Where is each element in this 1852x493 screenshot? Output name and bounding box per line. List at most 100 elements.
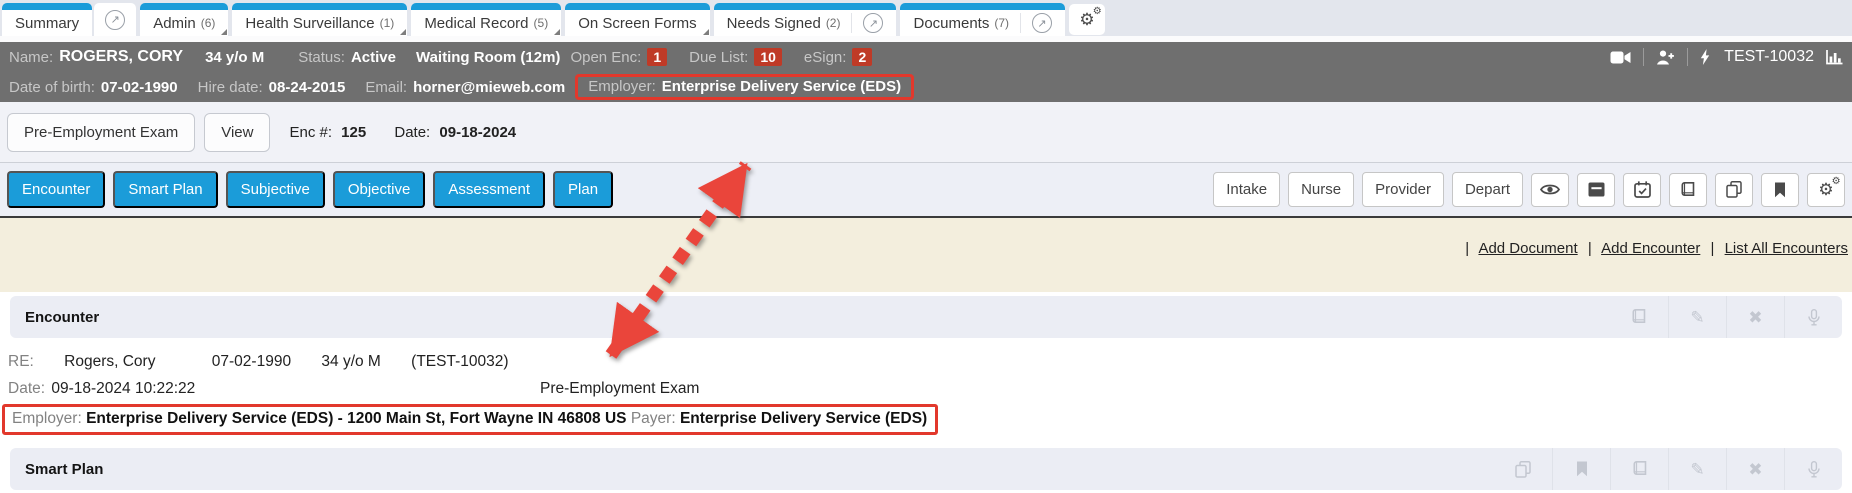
action-links-strip: | Add Document | Add Encounter | List Al… — [0, 218, 1852, 292]
nav-plan-button[interactable]: Plan — [553, 171, 613, 208]
chart-content: Encounter ✎ ✖ RE: Rogers, Cory 07-02-199… — [0, 296, 1852, 490]
bookmark-icon — [1774, 182, 1786, 198]
tab-summary-label: Summary — [15, 15, 79, 32]
payer-value: Enterprise Delivery Service (EDS) — [680, 410, 927, 427]
stage-buttons-group: Intake Nurse Provider Depart ⚙⚙ — [1205, 172, 1845, 207]
tab-documents[interactable]: Documents (7) ↗ — [900, 3, 1065, 36]
hire-date-label: Hire date: — [198, 79, 263, 96]
dob-value: 07-02-1990 — [101, 79, 178, 96]
tab-needs-signed[interactable]: Needs Signed (2) ↗ — [714, 3, 897, 36]
encounter-employer-value: Enterprise Delivery Service (EDS) - 1200… — [86, 410, 626, 427]
smart-plan-dictate-button[interactable] — [1784, 448, 1842, 490]
pencil-icon: ✎ — [1690, 309, 1704, 326]
archive-button[interactable] — [1577, 173, 1615, 207]
encounter-header-icons: ✎ ✖ — [1610, 296, 1842, 338]
encounter-info: Enc #: 125 Date: 09-18-2024 — [289, 124, 540, 141]
tab-documents-label: Documents — [913, 15, 989, 32]
tab-admin-label: Admin — [153, 15, 196, 32]
book-icon — [1680, 182, 1696, 198]
smart-plan-bookmark-button[interactable] — [1552, 448, 1610, 490]
nav-encounter-button[interactable]: Encounter — [7, 171, 105, 208]
encounter-body: RE: Rogers, Cory 07-02-1990 34 y/o M (TE… — [0, 353, 1852, 435]
gears-icon: ⚙⚙ — [1818, 181, 1833, 199]
smart-plan-close-button[interactable]: ✖ — [1726, 448, 1784, 490]
waiting-room-status: Waiting Room (12m) — [416, 49, 560, 66]
add-person-button[interactable] — [1656, 50, 1675, 65]
smart-plan-book-button[interactable] — [1610, 448, 1668, 490]
enc-number-value: 125 — [341, 124, 366, 141]
video-camera-icon — [1610, 51, 1631, 64]
provider-button[interactable]: Provider — [1362, 172, 1444, 207]
nav-objective-button[interactable]: Objective — [333, 171, 426, 208]
intake-button[interactable]: Intake — [1213, 172, 1280, 207]
microphone-icon — [1808, 309, 1820, 326]
payer-label: Payer: — [631, 410, 676, 427]
open-in-new-icon: ↗ — [105, 10, 125, 30]
nav-subjective-button[interactable]: Subjective — [226, 171, 325, 208]
employer-highlight-box: Employer: Enterprise Delivery Service (E… — [575, 74, 914, 100]
tab-settings-button[interactable]: ⚙⚙ — [1069, 4, 1105, 35]
video-visit-button[interactable] — [1610, 51, 1631, 64]
encounter-section-header: Encounter ✎ ✖ — [10, 296, 1842, 338]
tab-summary[interactable]: Summary — [2, 3, 92, 36]
list-all-encounters-link[interactable]: List All Encounters — [1725, 240, 1848, 257]
employer-payer-highlight-box: Employer: Enterprise Delivery Service (E… — [2, 404, 938, 435]
encounter-dictate-button[interactable] — [1784, 296, 1842, 338]
add-document-link[interactable]: Add Document — [1478, 240, 1577, 257]
encounter-toolbar: Pre-Employment Exam View Enc #: 125 Date… — [0, 102, 1852, 163]
settings-button[interactable]: ⚙⚙ — [1807, 173, 1845, 207]
patient-id: TEST-10032 — [1724, 48, 1814, 66]
tab-admin[interactable]: Admin (6) — [140, 3, 228, 36]
view-button[interactable]: View — [204, 113, 270, 152]
action-links: | Add Document | Add Encounter | List Al… — [0, 218, 1852, 257]
visibility-button[interactable] — [1531, 173, 1569, 207]
lightning-icon — [1700, 49, 1710, 65]
flowsheet-button[interactable] — [1826, 50, 1843, 65]
smart-plan-copy-button[interactable] — [1494, 448, 1552, 490]
bookmark-button[interactable] — [1761, 173, 1799, 207]
nav-smart-plan-button[interactable]: Smart Plan — [113, 171, 217, 208]
patient-age-sex: 34 y/o M — [205, 49, 264, 66]
encounter-close-button[interactable]: ✖ — [1726, 296, 1784, 338]
add-encounter-link[interactable]: Add Encounter — [1601, 240, 1700, 257]
schedule-button[interactable] — [1623, 173, 1661, 207]
tab-medical-record[interactable]: Medical Record (5) — [411, 3, 561, 36]
section-nav-row: Encounter Smart Plan Subjective Objectiv… — [0, 163, 1852, 218]
microphone-icon — [1808, 461, 1820, 478]
re-patient-name: Rogers, Cory — [64, 353, 155, 370]
email-value: horner@mieweb.com — [413, 79, 565, 96]
needs-signed-open-in-new-button[interactable]: ↗ — [851, 13, 883, 33]
open-enc-badge[interactable]: 1 — [647, 48, 667, 66]
link-separator: | — [1465, 240, 1469, 257]
nurse-button[interactable]: Nurse — [1288, 172, 1354, 207]
exam-type-text: Pre-Employment Exam — [540, 380, 699, 398]
tab-on-screen-forms[interactable]: On Screen Forms — [565, 3, 709, 36]
copy-button[interactable] — [1715, 173, 1753, 207]
summary-open-in-new-button[interactable]: ↗ — [94, 3, 136, 36]
esign-badge[interactable]: 2 — [852, 48, 872, 66]
encounter-book-button[interactable] — [1610, 296, 1668, 338]
close-icon: ✖ — [1748, 461, 1762, 478]
archive-box-icon — [1588, 182, 1605, 197]
link-separator: | — [1711, 240, 1715, 257]
re-line: RE: Rogers, Cory 07-02-1990 34 y/o M (TE… — [8, 353, 1852, 371]
gears-icon: ⚙⚙ — [1079, 11, 1094, 29]
tab-admin-count: (6) — [201, 16, 216, 30]
depart-button[interactable]: Depart — [1452, 172, 1523, 207]
open-in-new-icon: ↗ — [1032, 13, 1052, 33]
due-list-badge[interactable]: 10 — [754, 48, 782, 66]
nav-assessment-button[interactable]: Assessment — [433, 171, 545, 208]
exam-type-button[interactable]: Pre-Employment Exam — [7, 113, 195, 152]
hire-date-value: 08-24-2015 — [269, 79, 346, 96]
smart-plan-section-header: Smart Plan ✎ ✖ — [10, 448, 1842, 490]
tab-health-surveillance[interactable]: Health Surveillance (1) — [232, 3, 407, 36]
bar-chart-icon — [1826, 50, 1843, 65]
quick-action-button[interactable] — [1700, 49, 1710, 65]
tab-on-screen-forms-label: On Screen Forms — [578, 15, 696, 32]
name-label: Name: — [9, 49, 53, 66]
status-label: Status: — [298, 49, 345, 66]
smart-plan-edit-button[interactable]: ✎ — [1668, 448, 1726, 490]
encounter-edit-button[interactable]: ✎ — [1668, 296, 1726, 338]
documents-open-in-new-button[interactable]: ↗ — [1020, 13, 1052, 33]
chart-book-button[interactable] — [1669, 173, 1707, 207]
